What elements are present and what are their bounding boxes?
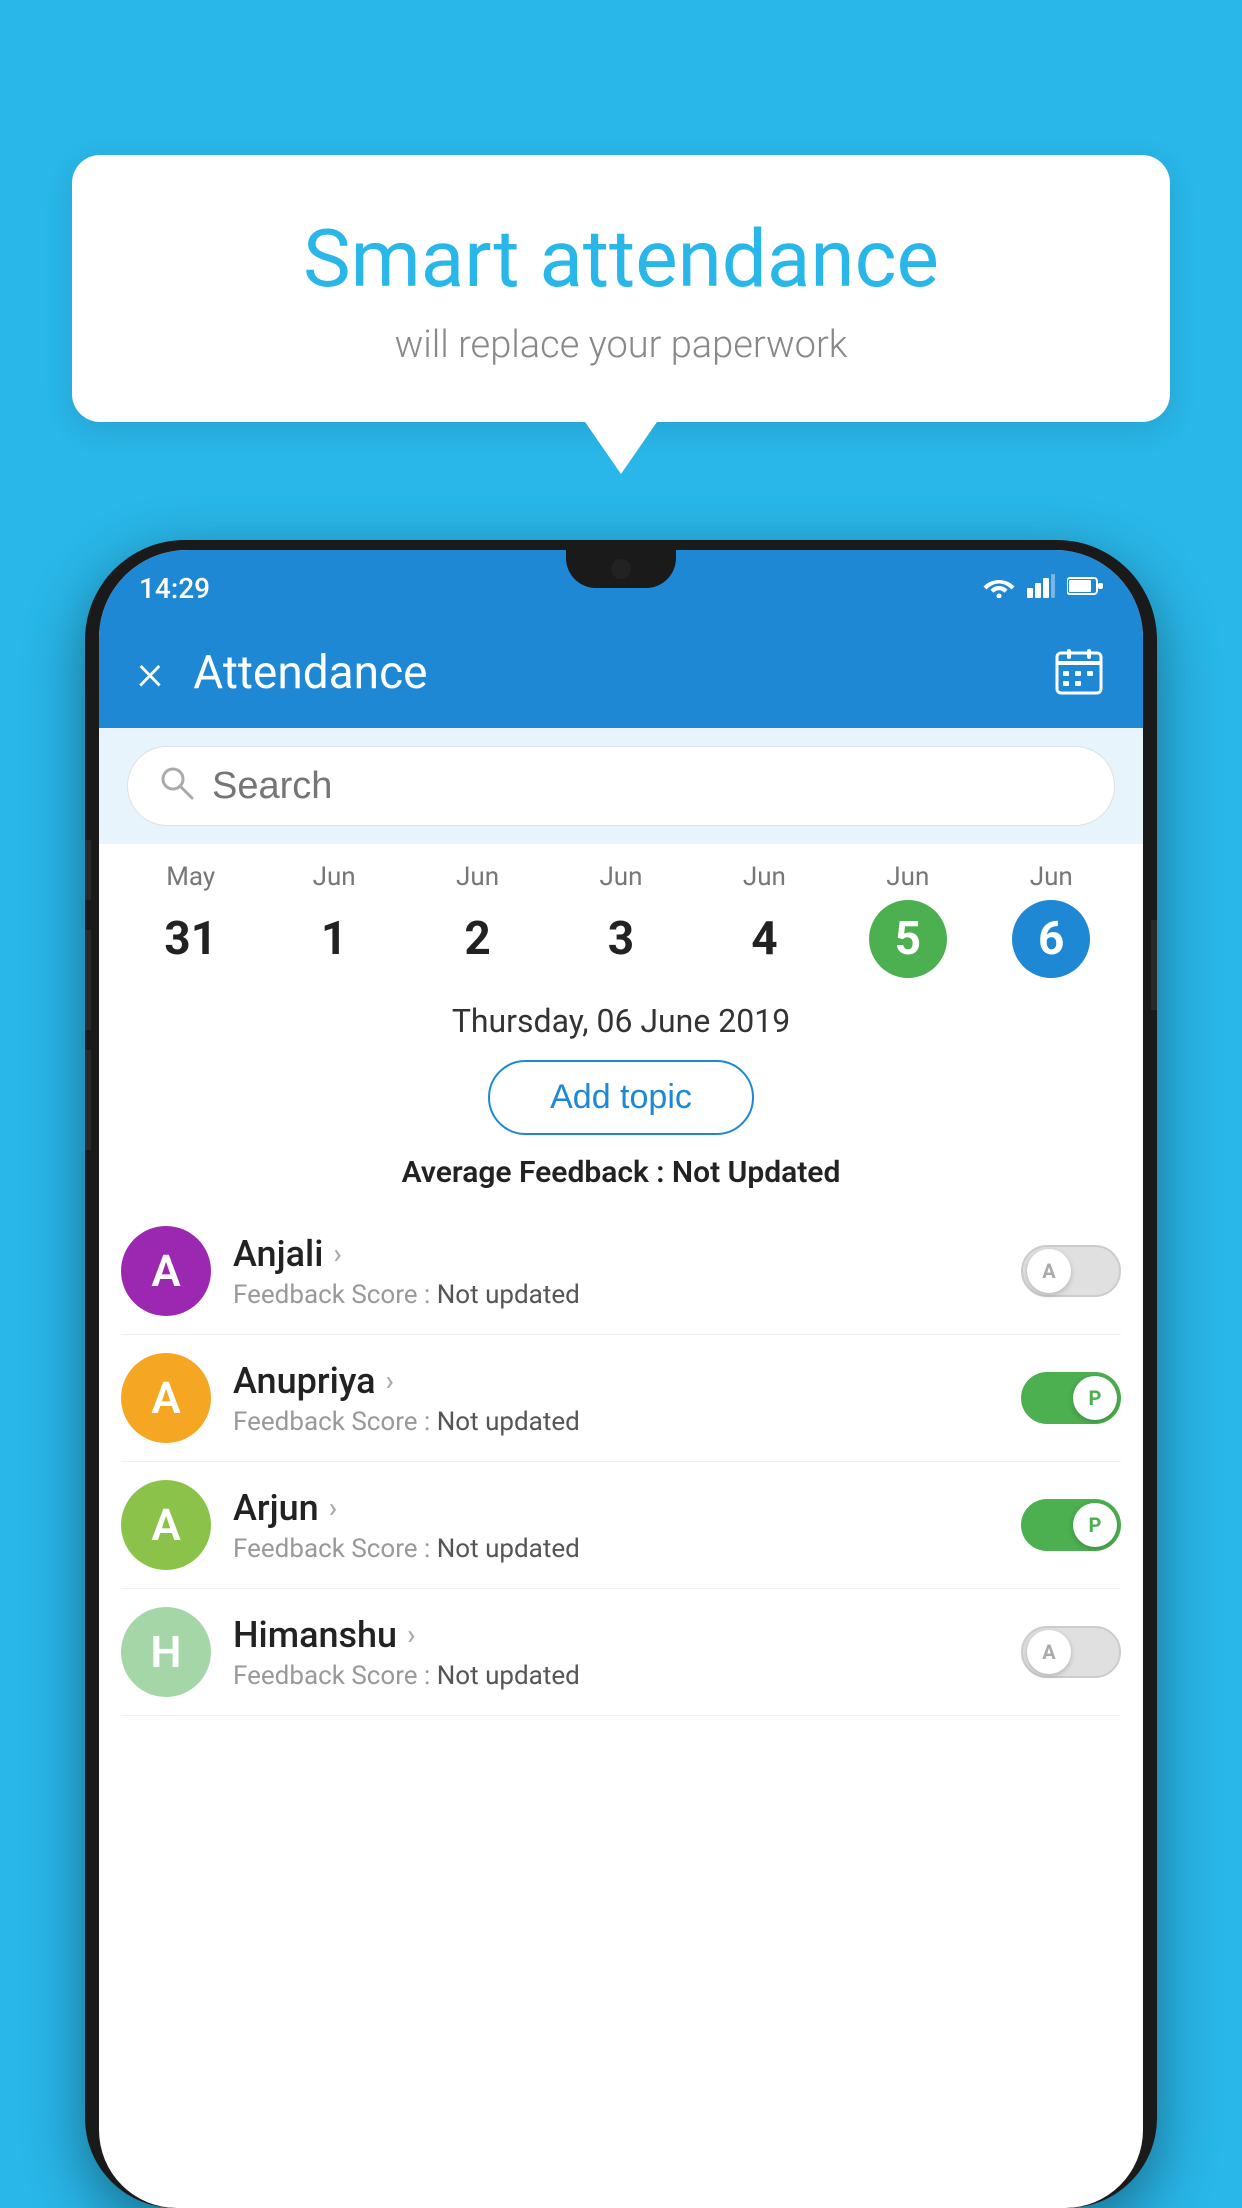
- add-topic-button[interactable]: Add topic: [488, 1060, 754, 1135]
- status-time: 14:29: [139, 572, 210, 605]
- speech-bubble: Smart attendance will replace your paper…: [72, 155, 1170, 422]
- student-name-3[interactable]: Himanshu ›: [233, 1614, 999, 1656]
- student-avatar-0: A: [121, 1226, 211, 1316]
- toggle-wrap-1[interactable]: P: [1021, 1372, 1121, 1424]
- student-list: AAnjali ›Feedback Score : Not updatedAAA…: [99, 1208, 1143, 1716]
- search-input[interactable]: [212, 765, 1084, 808]
- chevron-icon-2: ›: [329, 1491, 337, 1524]
- speech-bubble-container: Smart attendance will replace your paper…: [72, 155, 1170, 422]
- silent-button: [85, 1050, 91, 1150]
- student-feedback-1: Feedback Score : Not updated: [233, 1407, 999, 1437]
- wifi-icon: [983, 574, 1015, 602]
- chevron-icon-0: ›: [333, 1237, 341, 1270]
- volume-down-button: [85, 930, 91, 1030]
- toggle-wrap-3[interactable]: A: [1021, 1626, 1121, 1678]
- date-item-4[interactable]: Jun 4: [693, 862, 836, 978]
- date-day-4[interactable]: 4: [725, 900, 803, 978]
- search-icon: [158, 764, 194, 809]
- date-day-1[interactable]: 1: [295, 900, 373, 978]
- avg-feedback-value: Not Updated: [672, 1155, 840, 1190]
- date-item-0[interactable]: May 31: [119, 862, 262, 978]
- date-month-6: Jun: [980, 862, 1123, 892]
- toggle-knob-2: P: [1073, 1503, 1117, 1547]
- search-bar[interactable]: [127, 746, 1115, 826]
- date-month-5: Jun: [836, 862, 979, 892]
- date-strip: May 31 Jun 1 Jun 2 Jun 3 Jun 4 Jun 5 Jun 6: [99, 844, 1143, 988]
- student-info-3: Himanshu › Feedback Score : Not updated: [233, 1614, 999, 1691]
- battery-icon: [1067, 576, 1103, 600]
- date-day-6[interactable]: 6: [1012, 900, 1090, 978]
- attendance-toggle-2[interactable]: P: [1021, 1499, 1121, 1551]
- calendar-icon[interactable]: [1053, 645, 1105, 701]
- student-feedback-3: Feedback Score : Not updated: [233, 1661, 999, 1691]
- app-bar: × Attendance: [99, 618, 1143, 728]
- phone-screen: 14:29: [99, 550, 1143, 2208]
- status-icons: [983, 574, 1103, 602]
- student-info-1: Anupriya › Feedback Score : Not updated: [233, 1360, 999, 1437]
- date-item-6[interactable]: Jun 6: [980, 862, 1123, 978]
- date-item-1[interactable]: Jun 1: [262, 862, 405, 978]
- date-month-1: Jun: [262, 862, 405, 892]
- student-avatar-3: H: [121, 1607, 211, 1697]
- chevron-icon-1: ›: [386, 1364, 394, 1397]
- student-row-1: A Anupriya › Feedback Score : Not updated P: [121, 1335, 1121, 1462]
- student-row-0: A Anjali › Feedback Score : Not updated A: [121, 1208, 1121, 1335]
- toggle-wrap-2[interactable]: P: [1021, 1499, 1121, 1551]
- student-name-1[interactable]: Anupriya ›: [233, 1360, 999, 1402]
- notch: [566, 550, 676, 588]
- student-info-0: Anjali › Feedback Score : Not updated: [233, 1233, 999, 1310]
- bubble-subtitle: will replace your paperwork: [132, 323, 1110, 367]
- search-container: [99, 728, 1143, 844]
- date-day-5[interactable]: 5: [869, 900, 947, 978]
- date-day-2[interactable]: 2: [439, 900, 517, 978]
- student-name-0[interactable]: Anjali ›: [233, 1233, 999, 1275]
- app-bar-title: Attendance: [193, 646, 1023, 700]
- avg-feedback: Average Feedback : Not Updated: [99, 1149, 1143, 1208]
- student-name-2[interactable]: Arjun ›: [233, 1487, 999, 1529]
- toggle-wrap-0[interactable]: A: [1021, 1245, 1121, 1297]
- chevron-icon-3: ›: [407, 1618, 415, 1651]
- attendance-toggle-3[interactable]: A: [1021, 1626, 1121, 1678]
- date-item-5[interactable]: Jun 5: [836, 862, 979, 978]
- student-row-2: A Arjun › Feedback Score : Not updated P: [121, 1462, 1121, 1589]
- date-item-2[interactable]: Jun 2: [406, 862, 549, 978]
- toggle-knob-0: A: [1027, 1249, 1071, 1293]
- bubble-title: Smart attendance: [132, 215, 1110, 303]
- toggle-knob-3: A: [1027, 1630, 1071, 1674]
- toggle-knob-1: P: [1073, 1376, 1117, 1420]
- date-month-2: Jun: [406, 862, 549, 892]
- student-row-3: H Himanshu › Feedback Score : Not updated A: [121, 1589, 1121, 1716]
- date-month-0: May: [119, 862, 262, 892]
- date-month-3: Jun: [549, 862, 692, 892]
- attendance-toggle-1[interactable]: P: [1021, 1372, 1121, 1424]
- close-button[interactable]: ×: [137, 648, 163, 698]
- student-feedback-0: Feedback Score : Not updated: [233, 1280, 999, 1310]
- attendance-toggle-0[interactable]: A: [1021, 1245, 1121, 1297]
- student-avatar-2: A: [121, 1480, 211, 1570]
- signal-icon: [1027, 574, 1055, 602]
- selected-date-label: Thursday, 06 June 2019: [99, 988, 1143, 1050]
- volume-up-button: [85, 840, 91, 900]
- power-button: [1151, 920, 1157, 1010]
- student-info-2: Arjun › Feedback Score : Not updated: [233, 1487, 999, 1564]
- date-item-3[interactable]: Jun 3: [549, 862, 692, 978]
- date-day-0[interactable]: 31: [152, 900, 230, 978]
- student-feedback-2: Feedback Score : Not updated: [233, 1534, 999, 1564]
- front-camera: [611, 559, 631, 579]
- student-avatar-1: A: [121, 1353, 211, 1443]
- phone-frame: 14:29: [85, 540, 1157, 2208]
- date-month-4: Jun: [693, 862, 836, 892]
- date-day-3[interactable]: 3: [582, 900, 660, 978]
